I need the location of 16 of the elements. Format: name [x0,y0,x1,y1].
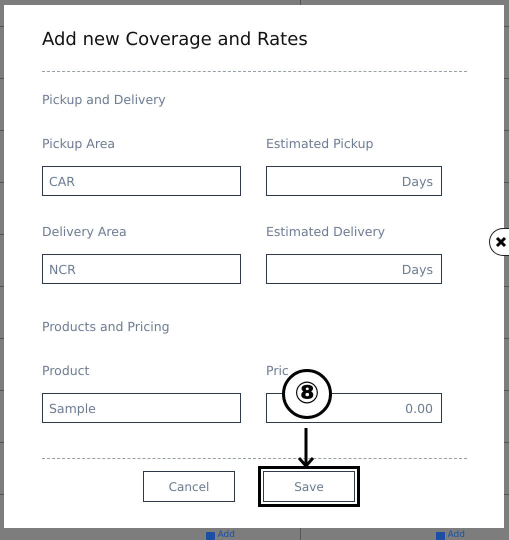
cancel-button[interactable]: Cancel [143,471,235,502]
text-field[interactable]: NCR [42,254,241,284]
section-heading: Pickup and Delivery [42,92,167,108]
text-field[interactable]: CAR [42,166,241,196]
field-label: Pric [266,363,290,379]
days-field[interactable]: Days [266,254,442,284]
save-button[interactable]: Save [258,466,360,507]
section-heading: Products and Pricing [42,319,171,335]
field-label: Estimated Pickup [266,136,374,152]
days-field[interactable]: Days [266,166,442,196]
dialog-title: Add new Coverage and Rates [42,29,309,51]
field-label: Pickup Area [42,136,116,152]
text-field[interactable]: Sample [42,393,241,423]
field-label: Delivery Area [42,224,128,240]
field-label: Product [42,363,90,379]
field-label: Estimated Delivery [266,224,386,240]
